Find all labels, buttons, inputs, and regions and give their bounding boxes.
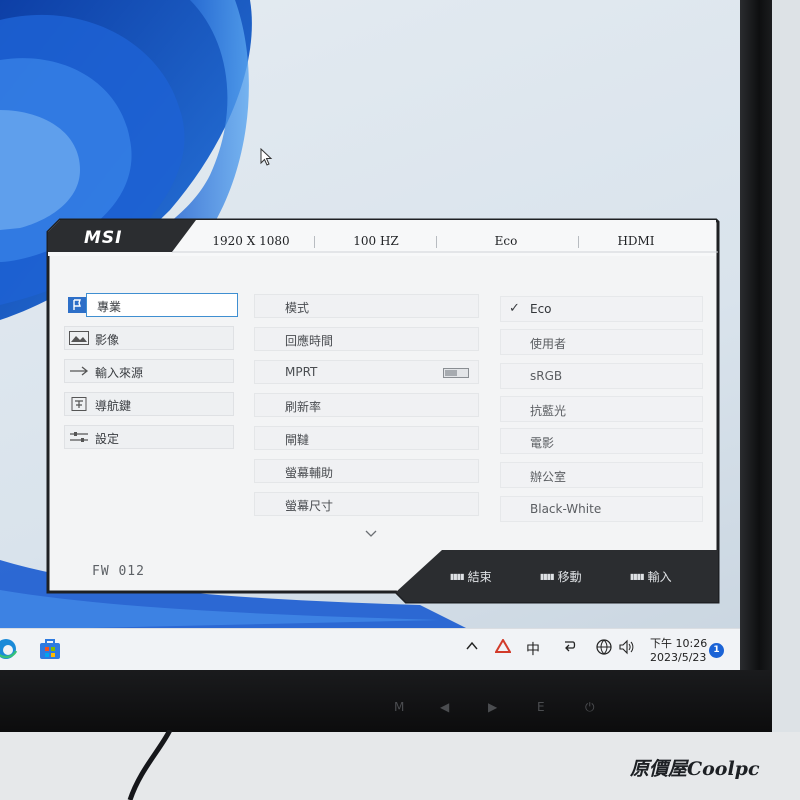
mouse-cursor-icon	[260, 148, 273, 166]
category-input-source[interactable]: 輸入來源	[64, 359, 234, 383]
mode-readout: Eco	[494, 234, 518, 248]
option-refresh-rate[interactable]: 刷新率	[254, 393, 479, 417]
divider	[314, 236, 315, 248]
option-label: 模式	[285, 301, 310, 315]
mode-label: 使用者	[530, 337, 567, 351]
msi-tray-icon[interactable]	[494, 638, 512, 657]
mode-office[interactable]: 辦公室	[500, 462, 703, 488]
option-label: 螢幕輔助	[285, 466, 334, 480]
divider	[436, 236, 437, 248]
chevron-up-icon[interactable]	[466, 639, 478, 655]
watermark-logo: 原價屋Coolpc	[630, 758, 760, 780]
category-professional[interactable]: 專業	[86, 293, 238, 317]
mode-movie[interactable]: 電影	[500, 428, 703, 454]
option-label: 螢幕尺寸	[285, 499, 334, 513]
category-label: 影像	[95, 333, 120, 347]
mode-label: Eco	[530, 302, 552, 316]
mode-eco[interactable]: ✓ Eco	[500, 296, 703, 322]
option-label: 刷新率	[285, 400, 322, 414]
sliders-icon	[69, 430, 89, 444]
network-globe-icon[interactable]	[596, 639, 612, 659]
category-image[interactable]: 影像	[64, 326, 234, 350]
button-hint-icon: ▮▮▮▮	[630, 572, 645, 581]
divider	[578, 236, 579, 248]
category-label: 導航鍵	[95, 399, 132, 413]
monitor-button-exit[interactable]: E	[537, 700, 545, 714]
mode-user[interactable]: 使用者	[500, 329, 703, 355]
option-label: 閘韃	[285, 433, 310, 447]
chevron-down-icon[interactable]	[365, 527, 377, 541]
footer-move: ▮▮▮▮ 移動	[540, 568, 582, 585]
footer-enter: ▮▮▮▮ 輸入	[630, 568, 672, 585]
footer-enter-label: 輸入	[647, 570, 672, 584]
edge-icon[interactable]	[0, 637, 18, 661]
mode-label: 電影	[530, 436, 555, 450]
power-icon[interactable]: ⏻	[585, 700, 595, 715]
mode-black-white[interactable]: Black-White	[500, 496, 703, 522]
store-icon[interactable]	[38, 637, 62, 661]
refresh-readout: 100 HZ	[353, 234, 399, 248]
mode-anti-blue[interactable]: 抗藍光	[500, 396, 703, 422]
category-settings[interactable]: 設定	[64, 425, 234, 449]
ime-mode-icon[interactable]	[562, 639, 576, 657]
category-label: 輸入來源	[95, 366, 144, 380]
taskbar: 中 下午 10:26 2023/5/23 1	[0, 628, 740, 670]
option-label: 回應時間	[285, 334, 334, 348]
footer-exit-label: 結束	[467, 570, 492, 584]
button-hint-icon: ▮▮▮▮	[540, 572, 555, 581]
mprt-toggle[interactable]	[443, 368, 469, 378]
category-label: 專業	[97, 300, 122, 314]
category-label: 設定	[95, 432, 120, 446]
flag-icon	[68, 297, 86, 313]
mode-label: 抗藍光	[530, 404, 567, 418]
mode-label: sRGB	[530, 369, 563, 383]
input-readout: HDMI	[617, 234, 655, 248]
monitor-button-menu[interactable]: M	[394, 700, 404, 714]
footer-exit: ▮▮▮▮ 結束	[450, 568, 492, 585]
category-navi-key[interactable]: 導航鍵	[64, 392, 234, 416]
option-mode[interactable]: 模式	[254, 294, 479, 318]
clock-time[interactable]: 下午 10:26	[650, 635, 707, 651]
option-alarm-clock[interactable]: 閘韃	[254, 426, 479, 450]
image-icon	[69, 331, 89, 345]
osd-menu: MSI 1920 X 1080 100 HZ Eco HDMI 專業 影像 輸入…	[46, 218, 720, 604]
mode-label: Black-White	[530, 502, 602, 516]
resolution-readout: 1920 X 1080	[212, 234, 290, 248]
monitor-button-left[interactable]: ◀	[440, 700, 449, 714]
option-screen-assistance[interactable]: 螢幕輔助	[254, 459, 479, 483]
button-hint-icon: ▮▮▮▮	[450, 572, 465, 581]
option-screen-size[interactable]: 螢幕尺寸	[254, 492, 479, 516]
footer-move-label: 移動	[557, 570, 582, 584]
monitor-button-right[interactable]: ▶	[488, 700, 497, 714]
monitor-bezel-bottom	[0, 670, 772, 732]
navigation-key-icon	[69, 397, 89, 411]
option-response-time[interactable]: 回應時間	[254, 327, 479, 351]
ime-indicator[interactable]: 中	[526, 639, 540, 659]
option-label: MPRT	[285, 365, 318, 379]
arrow-right-icon	[69, 364, 89, 378]
mode-srgb[interactable]: sRGB	[500, 363, 703, 389]
volume-icon[interactable]	[618, 639, 634, 659]
monitor-bezel-right	[740, 0, 772, 730]
mode-label: 辦公室	[530, 470, 567, 484]
firmware-version: FW 012	[92, 564, 145, 579]
background-wall	[772, 0, 800, 732]
clock-date[interactable]: 2023/5/23	[650, 651, 706, 664]
checkmark-icon: ✓	[509, 301, 520, 316]
notification-badge[interactable]: 1	[709, 643, 724, 658]
brand-logo: MSI	[84, 228, 123, 248]
monitor-cable	[127, 730, 173, 800]
option-mprt[interactable]: MPRT	[254, 360, 479, 384]
